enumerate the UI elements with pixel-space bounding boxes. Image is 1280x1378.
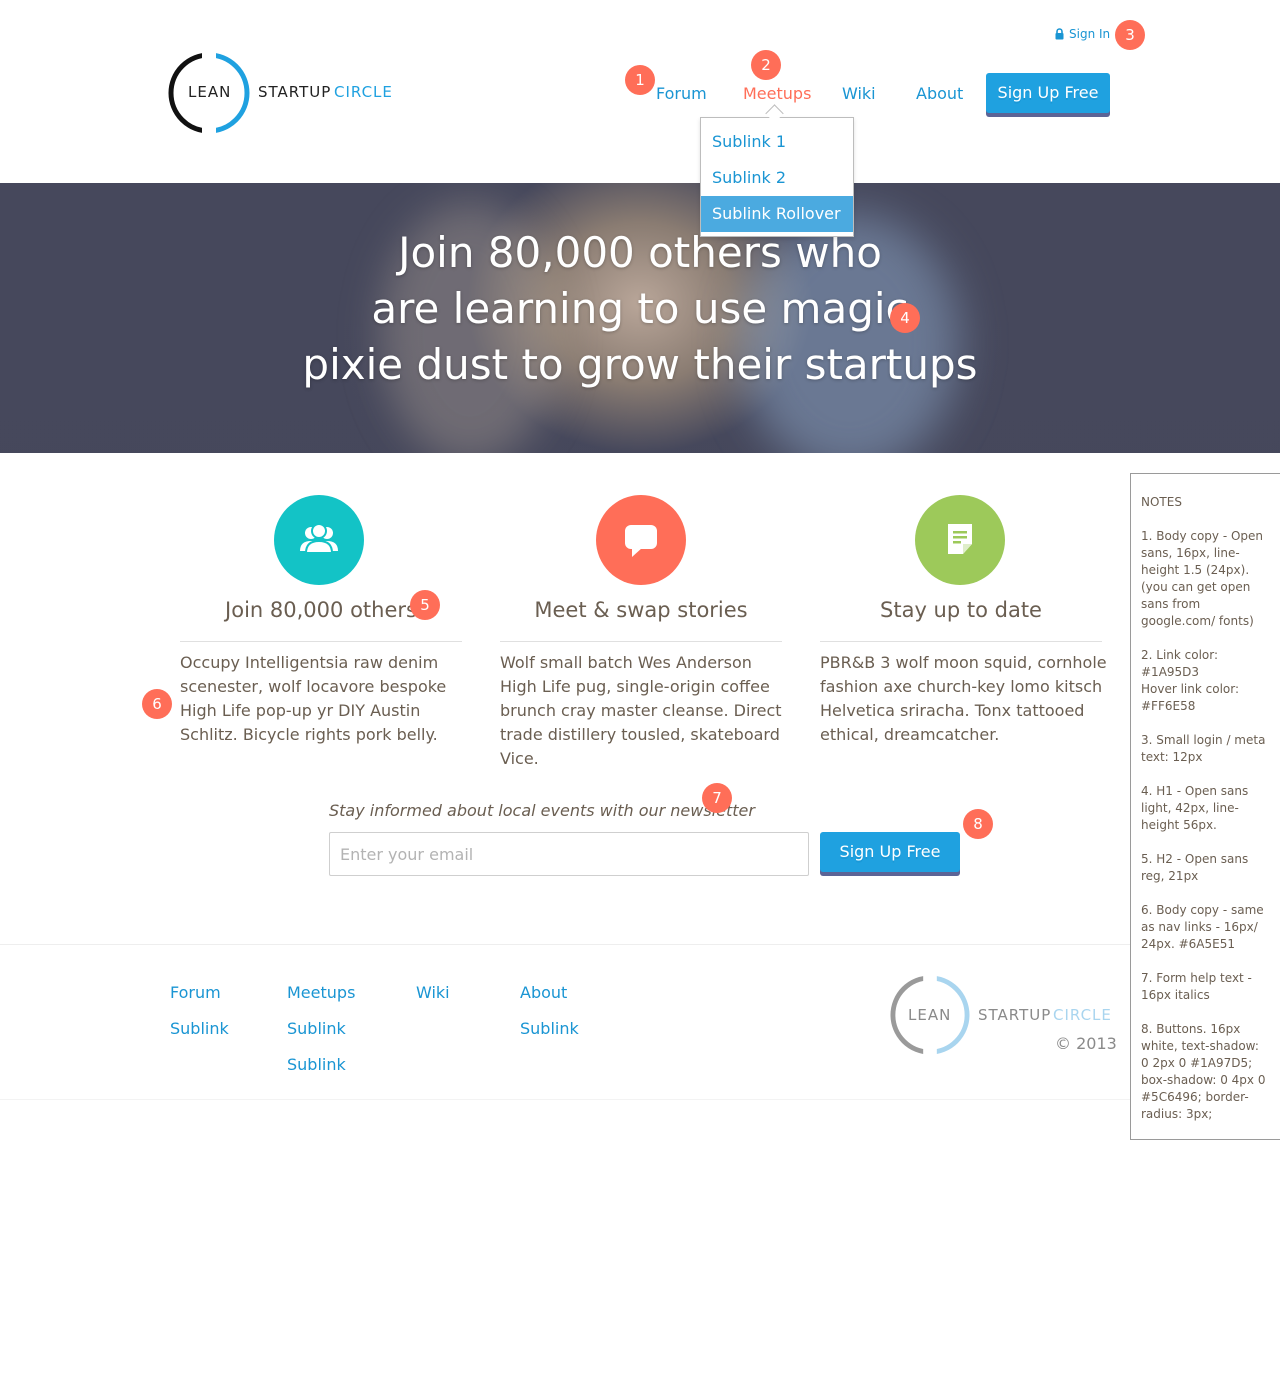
footer-link-wiki[interactable]: Wiki (416, 981, 450, 1017)
sign-in-label: Sign In (1069, 27, 1111, 41)
annotation-marker: 6 (142, 689, 172, 719)
note-item: 3. Small login / meta text: 12px (1141, 733, 1266, 764)
note-item: 2. Link color: #1A95D3 Hover link color:… (1141, 648, 1240, 713)
site-footer: Forum Sublink Meetups Sublink Sublink Wi… (0, 944, 1280, 1100)
feature-body: Wolf small batch Wes Anderson High Life … (500, 653, 782, 768)
annotation-marker: 8 (963, 809, 993, 839)
annotation-marker: 1 (625, 65, 655, 95)
newsletter-help-text: Stay informed about local events with ou… (329, 801, 755, 820)
feature-title: Meet & swap stories (534, 598, 748, 622)
site-logo[interactable]: LEAN STARTUP CIRCLE (168, 52, 398, 134)
footer-link-about[interactable]: About (520, 981, 579, 1017)
note-item: 6. Body copy - same as nav links - 16px/… (1141, 903, 1264, 951)
footer-sublink[interactable]: Sublink (287, 1017, 355, 1053)
sign-in-link[interactable]: Sign In (1055, 27, 1110, 41)
footer-sublink[interactable]: Sublink (520, 1017, 579, 1053)
nav-about[interactable]: About (916, 84, 963, 103)
logo-lean: LEAN (188, 83, 232, 101)
annotation-marker: 2 (751, 50, 781, 80)
hero-headline: Join 80,000 others who are learning to u… (302, 228, 978, 389)
dropdown-sublink-rollover[interactable]: Sublink Rollover (701, 196, 853, 232)
dropdown-sublink-2[interactable]: Sublink 2 (701, 160, 853, 196)
feature-title: Stay up to date (880, 598, 1042, 622)
logo-startup: STARTUP (978, 1006, 1052, 1024)
feature-icon-circle (915, 495, 1005, 585)
note-item: 4. H1 - Open sans light, 42px, line-heig… (1141, 784, 1249, 832)
feature-icon-circle (274, 495, 364, 585)
logo-startup: STARTUP (258, 83, 332, 101)
footer-link-meetups[interactable]: Meetups (287, 981, 355, 1017)
feature-body: PBR&B 3 wolf moon squid, cornhole fashio… (820, 653, 1107, 744)
annotation-marker: 4 (890, 303, 920, 333)
annotation-marker: 5 (410, 590, 440, 620)
copyright: © 2013 (1055, 1034, 1117, 1053)
footer-column-forum: Forum Sublink (170, 981, 229, 1053)
lock-icon (1055, 28, 1064, 40)
annotation-marker: 3 (1115, 20, 1145, 50)
note-item: 8. Buttons. 16px white, text-shadow: 0 2… (1141, 1022, 1266, 1121)
dropdown-sublink-1[interactable]: Sublink 1 (701, 124, 853, 160)
nav-meetups[interactable]: Meetups (743, 84, 811, 103)
footer-link-forum[interactable]: Forum (170, 981, 229, 1017)
sign-up-button[interactable]: Sign Up Free (986, 73, 1110, 113)
logo-lean: LEAN (908, 1006, 952, 1024)
speech-bubble-icon (625, 525, 657, 557)
divider (500, 641, 782, 642)
footer-sublink[interactable]: Sublink (170, 1017, 229, 1053)
hero-banner: Join 80,000 others who are learning to u… (0, 183, 1280, 453)
email-input[interactable] (329, 832, 809, 876)
notes-panel: NOTES 1. Body copy - Open sans, 16px, li… (1130, 473, 1280, 1140)
note-item: 1. Body copy - Open sans, 16px, line-hei… (1141, 529, 1264, 628)
newsletter-sign-up-button[interactable]: Sign Up Free (820, 832, 960, 872)
notes-title: NOTES (1141, 495, 1182, 509)
divider (820, 641, 1102, 642)
nav-forum[interactable]: Forum (656, 84, 707, 103)
footer-sublink[interactable]: Sublink (287, 1053, 355, 1089)
footer-column-wiki: Wiki (416, 981, 450, 1017)
note-item: 7. Form help text - 16px italics (1141, 971, 1252, 1002)
annotation-marker: 7 (702, 783, 732, 813)
logo-circle: CIRCLE (1053, 1006, 1112, 1024)
users-icon (300, 523, 338, 554)
document-icon (948, 524, 972, 554)
meetups-dropdown: Sublink 1 Sublink 2 Sublink Rollover (700, 117, 854, 237)
nav-wiki[interactable]: Wiki (842, 84, 876, 103)
footer-column-meetups: Meetups Sublink Sublink (287, 981, 355, 1089)
feature-body: Occupy Intelligentsia raw denim sceneste… (180, 653, 447, 744)
feature-icon-circle (596, 495, 686, 585)
note-item: 5. H2 - Open sans reg, 21px (1141, 852, 1249, 883)
divider (180, 641, 462, 642)
footer-column-about: About Sublink (520, 981, 579, 1053)
logo-circle: CIRCLE (334, 83, 393, 101)
